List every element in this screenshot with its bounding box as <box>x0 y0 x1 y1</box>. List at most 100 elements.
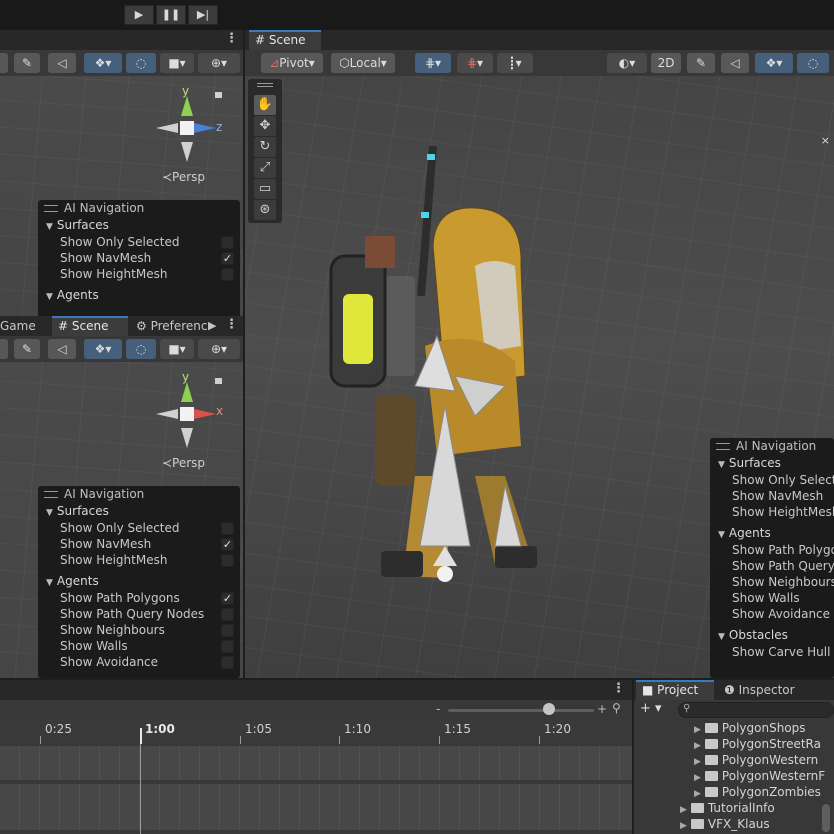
folder-item[interactable]: ▶ PolygonWesternF <box>694 768 825 784</box>
toggle-row[interactable]: Show HeightMesh <box>38 266 240 282</box>
expand-arrow-icon[interactable]: ▶ <box>680 821 687 831</box>
local-dropdown[interactable]: ⬡Local▾ <box>331 53 395 73</box>
left-top-camera-icon[interactable]: ■▾ <box>160 53 194 73</box>
toggle-row[interactable]: Show Only Selected <box>38 234 240 250</box>
left-top-gizmo-icon[interactable]: ⊕▾ <box>198 53 240 73</box>
toggle-row[interactable]: Show Carve Hull <box>710 644 834 660</box>
tab-project[interactable]: ■ Project <box>636 680 714 700</box>
left-bottom-menu-icon[interactable]: ⋮ <box>225 317 238 332</box>
left-bottom-light-icon[interactable]: ✎ <box>14 339 40 359</box>
zoom-in-icon[interactable]: + <box>597 702 607 716</box>
agents-section[interactable]: ▼ Agents <box>38 286 240 304</box>
move-tool-icon[interactable]: ✥ <box>254 116 276 136</box>
add-asset-button[interactable]: + ▾ <box>640 701 662 716</box>
checkbox[interactable] <box>221 608 234 621</box>
step-button[interactable]: ▶| <box>188 5 218 25</box>
left-bottom-persp-label[interactable]: ≺Persp <box>162 456 205 470</box>
checkbox[interactable] <box>221 656 234 669</box>
strip-handle-icon[interactable] <box>257 83 273 87</box>
zoom-out-icon[interactable]: - <box>436 702 440 716</box>
transform-tool-icon[interactable]: ⊛ <box>254 200 276 220</box>
toggle-row[interactable]: Show Walls <box>38 638 240 654</box>
project-scrollbar[interactable] <box>822 804 830 832</box>
rotate-tool-icon[interactable]: ↻ <box>254 137 276 157</box>
toggle-row[interactable]: Show HeightMesh <box>710 504 834 520</box>
checkbox[interactable] <box>221 268 234 281</box>
time-ruler[interactable]: 0:25 1:00 1:05 1:10 1:15 1:20 <box>0 720 632 744</box>
left-bottom-tool-button[interactable] <box>0 339 8 359</box>
expand-arrow-icon[interactable]: ▶ <box>694 773 701 783</box>
left-top-fx-icon[interactable]: ❖▾ <box>84 53 122 73</box>
tab-game[interactable]: Game <box>0 316 46 336</box>
scale-tool-icon[interactable]: ⤢ <box>254 158 276 178</box>
toggle-row[interactable]: Show Only Selecte <box>710 472 834 488</box>
left-bottom-visibility-icon[interactable]: ◌ <box>126 339 156 359</box>
tab-scene[interactable]: # Scene <box>52 316 128 336</box>
left-top-audio-icon[interactable]: ◁ <box>48 53 76 73</box>
rect-tool-icon[interactable]: ▭ <box>254 179 276 199</box>
toggle-row[interactable]: Show Only Selected <box>38 520 240 536</box>
left-top-tool-button[interactable] <box>0 53 8 73</box>
left-bottom-camera-icon[interactable]: ■▾ <box>160 339 194 359</box>
left-bottom-viewport[interactable]: y x ≺Persp AI Navigation ▼ Surfaces Show … <box>0 362 243 678</box>
surfaces-section[interactable]: ▼ Surfaces <box>710 454 834 472</box>
checkbox[interactable] <box>221 640 234 653</box>
timeline-track[interactable] <box>0 784 632 830</box>
expand-arrow-icon[interactable]: ▶ <box>694 741 701 751</box>
toggle-row[interactable]: Show Walls <box>710 590 834 606</box>
project-search-input[interactable]: ⚲ <box>678 702 834 718</box>
surfaces-section[interactable]: ▼ Surfaces <box>38 502 240 520</box>
lighting-toggle-icon[interactable]: ✎ <box>687 53 715 73</box>
toggle-row[interactable]: Show Neighbours <box>710 574 834 590</box>
overlay-title[interactable]: AI Navigation <box>710 438 834 454</box>
snap-increment-button[interactable]: ⋕▾ <box>457 53 493 73</box>
toggle-row[interactable]: Show Path Polygo <box>710 542 834 558</box>
checkbox[interactable]: ✓ <box>221 538 234 551</box>
toggle-row[interactable]: Show Neighbours <box>38 622 240 638</box>
pivot-dropdown[interactable]: ⊿Pivot▾ <box>261 53 323 73</box>
2d-toggle-button[interactable]: 2D <box>651 53 681 73</box>
expand-arrow-icon[interactable]: ▶ <box>694 789 701 799</box>
checkbox[interactable]: ✓ <box>221 252 234 265</box>
toggle-row[interactable]: Show NavMesh ✓ <box>38 250 240 266</box>
left-bottom-audio-icon[interactable]: ◁ <box>48 339 76 359</box>
hand-tool-icon[interactable]: ✋ <box>254 95 276 115</box>
audio-toggle-icon[interactable]: ◁ <box>721 53 749 73</box>
checkbox[interactable]: ✓ <box>221 592 234 605</box>
folder-item[interactable]: ▶ PolygonStreetRa <box>694 736 821 752</box>
left-bottom-fx-icon[interactable]: ❖▾ <box>84 339 122 359</box>
toggle-row[interactable]: Show HeightMesh <box>38 552 240 568</box>
surfaces-section[interactable]: ▼ Surfaces <box>38 216 240 234</box>
expand-arrow-icon[interactable]: ▶ <box>694 725 701 735</box>
character-model[interactable] <box>325 146 555 586</box>
overlay-title[interactable]: AI Navigation <box>38 486 240 502</box>
effects-toggle-icon[interactable]: ❖▾ <box>755 53 793 73</box>
checkbox[interactable] <box>221 624 234 637</box>
overlay-title[interactable]: AI Navigation <box>38 200 240 216</box>
folder-item[interactable]: ▶ PolygonShops <box>694 720 806 736</box>
ruler-button[interactable]: ┋▾ <box>497 53 533 73</box>
timeline-track[interactable] <box>0 746 632 780</box>
left-top-menu-icon[interactable]: ⋮ <box>225 31 238 46</box>
scene-viewport[interactable]: × AI Navigation ▼ Surfaces Show Only Sele <box>245 76 834 678</box>
toggle-row[interactable]: Show Path Query Nodes <box>38 606 240 622</box>
folder-item[interactable]: ▶ PolygonZombies <box>694 784 821 800</box>
timeline-menu-icon[interactable]: ⋮ <box>612 681 625 696</box>
expand-arrow-icon[interactable]: ▶ <box>694 757 701 767</box>
expand-arrow-icon[interactable]: ▶ <box>680 805 687 815</box>
left-top-visibility-icon[interactable]: ◌ <box>126 53 156 73</box>
agents-section[interactable]: ▼ Agents <box>710 524 834 542</box>
tab-preferences[interactable]: ⚙ Preferenc <box>130 316 216 336</box>
scene-visibility-icon[interactable]: ◌ <box>797 53 829 73</box>
zoom-search-icon[interactable]: ⚲ <box>612 701 621 715</box>
left-bottom-gizmo-icon[interactable]: ⊕▾ <box>198 339 240 359</box>
checkbox[interactable] <box>221 236 234 249</box>
close-icon[interactable]: × <box>821 134 830 147</box>
toggle-row[interactable]: Show Avoidance <box>38 654 240 670</box>
tab-scene-main[interactable]: # Scene <box>249 30 321 50</box>
toggle-row[interactable]: Show Path Query <box>710 558 834 574</box>
left-top-persp-label[interactable]: ≺Persp <box>162 170 205 184</box>
obstacles-section[interactable]: ▼ Obstacles <box>710 626 834 644</box>
zoom-slider[interactable] <box>448 709 594 712</box>
tab-inspector[interactable]: ❶ Inspector <box>718 680 818 700</box>
